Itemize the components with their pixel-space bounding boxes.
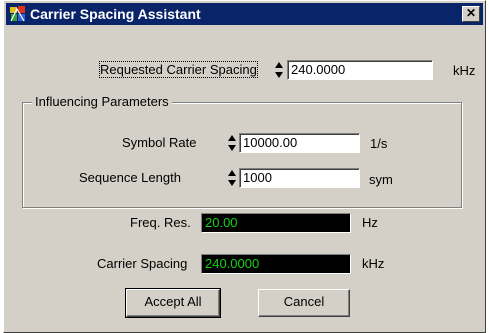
window-title: Carrier Spacing Assistant (30, 6, 201, 22)
app-icon (9, 5, 27, 23)
requested-carrier-spacing-label: Requested Carrier Spacing (99, 61, 258, 78)
symbol-rate-spinner[interactable] (227, 134, 237, 152)
symbol-rate-unit: 1/s (370, 136, 388, 151)
symbol-rate-value: 10000.00 (243, 135, 298, 150)
influencing-parameters-group (22, 102, 462, 208)
cancel-button[interactable]: Cancel (258, 289, 350, 317)
close-button[interactable]: ✕ (462, 6, 480, 22)
requested-value: 240.0000 (291, 62, 346, 77)
sequence-length-spinner[interactable] (227, 169, 237, 187)
sequence-length-input[interactable]: 1000 (239, 168, 360, 188)
influencing-parameters-title: Influencing Parameters (32, 94, 172, 109)
carrier-spacing-unit: kHz (362, 256, 385, 271)
spin-arrows-icon (275, 62, 283, 78)
accept-all-button[interactable]: Accept All (125, 288, 221, 318)
spin-arrows-icon (228, 135, 236, 151)
carrier-spacing-readout: 240.0000 (201, 254, 351, 274)
requested-unit: kHz (453, 63, 476, 78)
symbol-rate-input[interactable]: 10000.00 (239, 133, 360, 153)
requested-spinner[interactable] (274, 61, 284, 79)
freq-res-unit: Hz (362, 215, 378, 230)
sequence-length-value: 1000 (243, 170, 272, 185)
requested-carrier-spacing-input[interactable]: 240.0000 (287, 60, 433, 80)
symbol-rate-label: Symbol Rate (122, 135, 197, 150)
spin-arrows-icon (228, 170, 236, 186)
dialog-window: Carrier Spacing Assistant ✕ Requested Ca… (3, 0, 486, 333)
title-bar[interactable]: Carrier Spacing Assistant ✕ (6, 3, 483, 25)
close-icon: ✕ (465, 6, 477, 20)
freq-res-readout: 20.00 (201, 213, 351, 233)
freq-res-label: Freq. Res. (130, 215, 191, 230)
sequence-length-unit: sym (369, 172, 393, 187)
sequence-length-label: Sequence Length (79, 170, 181, 185)
carrier-spacing-label: Carrier Spacing (97, 256, 188, 271)
